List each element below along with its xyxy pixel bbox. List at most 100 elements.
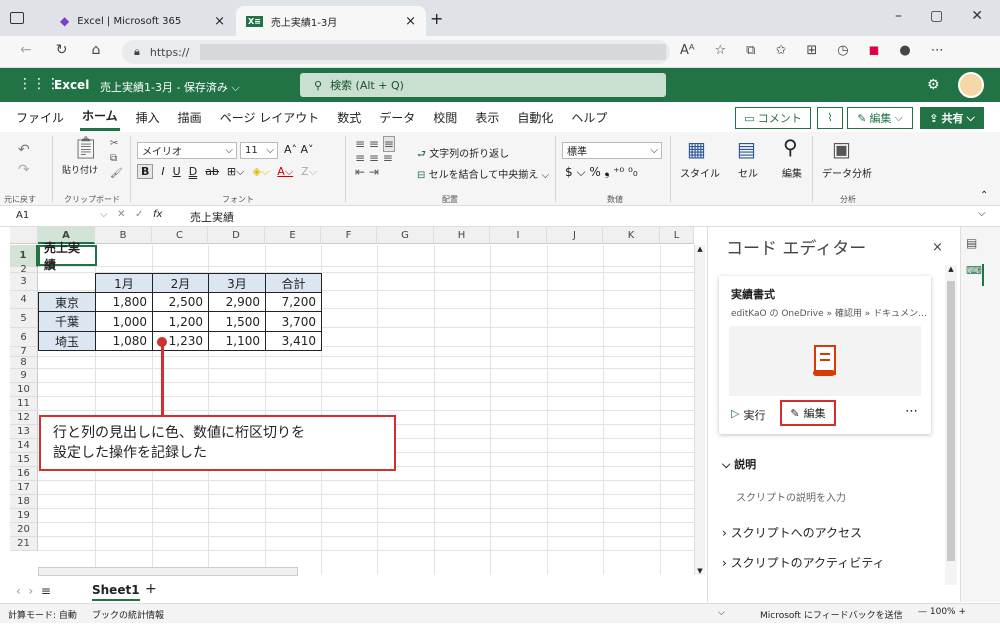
close-pane-icon[interactable]: ×: [932, 240, 943, 255]
tab-draw[interactable]: 描画: [176, 105, 204, 130]
tab-insert[interactable]: 挿入: [134, 105, 162, 130]
font-grow-shrink-icon[interactable]: A˄ A˅: [284, 143, 314, 156]
tab-review[interactable]: 校閲: [431, 105, 459, 130]
row-header[interactable]: 3: [10, 273, 38, 291]
table-header-cell[interactable]: 3月: [208, 273, 266, 293]
favorite-add-icon[interactable]: ☆: [715, 43, 727, 58]
office-icon[interactable]: ◼: [869, 43, 880, 58]
status-chevron[interactable]: ⌵: [718, 608, 725, 618]
table-cell[interactable]: 1,080: [95, 331, 153, 351]
table-header-cell[interactable]: 2月: [152, 273, 209, 293]
home-icon[interactable]: ⌂: [91, 42, 100, 58]
number-format-icons[interactable]: $ ⌵ % ❟ ⁺⁰ ⁰₀: [565, 165, 638, 180]
row-header[interactable]: 12: [10, 411, 38, 425]
row-header[interactable]: 13: [10, 425, 38, 439]
vertical-scrollbar[interactable]: ▲ ▼: [694, 245, 705, 575]
row-header[interactable]: 4: [10, 291, 38, 309]
editing-button[interactable]: 編集: [782, 165, 802, 180]
tab-automate[interactable]: 自動化: [515, 105, 555, 130]
table-header-cell[interactable]: 合計: [265, 273, 322, 293]
select-all[interactable]: [10, 227, 38, 244]
table-cell[interactable]: 3,410: [265, 331, 322, 351]
sheet-nav-icons[interactable]: ‹ › ≡: [16, 584, 51, 598]
fill-color-icon[interactable]: ◈⌵: [252, 165, 269, 179]
font-color-icon[interactable]: A⌵: [277, 165, 293, 179]
avatar[interactable]: [958, 72, 984, 98]
table-cell[interactable]: 1,500: [208, 311, 266, 332]
browser-tab-excel[interactable]: ◆ Excel | Microsoft 365 ×: [50, 6, 235, 36]
new-tab-button[interactable]: +: [430, 9, 443, 28]
collapse-ribbon-icon[interactable]: ⌃: [980, 190, 988, 201]
row-header[interactable]: 14: [10, 439, 38, 453]
cell-a1-title[interactable]: 売上実績: [38, 241, 97, 272]
description-input[interactable]: スクリプトの説明を入力: [736, 489, 846, 504]
pane-scrollbar[interactable]: ▲: [945, 265, 957, 585]
table-cell[interactable]: 1,800: [95, 292, 153, 312]
maximize-icon[interactable]: ▢: [930, 8, 943, 24]
redo-icon[interactable]: ↷: [18, 162, 30, 178]
merge-center-button[interactable]: ⊟ セルを結合して中央揃え ⌵: [417, 166, 549, 181]
share-button[interactable]: ⇪ 共有 ⌵: [920, 107, 984, 129]
comments-button[interactable]: ▭ コメント: [735, 107, 811, 129]
catchup-button[interactable]: ⌇: [817, 107, 843, 129]
table-cell[interactable]: 3,700: [265, 311, 322, 332]
column-header[interactable]: F: [321, 227, 377, 244]
script-card[interactable]: 実績書式 editKaO の OneDrive » 確認用 » ドキュメン… ▷…: [719, 276, 931, 434]
row-header[interactable]: 8: [10, 357, 38, 369]
settings-icon[interactable]: ⚙: [927, 77, 940, 93]
alignment-icons[interactable]: ≡ ≡ ≡ ≡ ≡ ≡ ⇤ ⇥: [355, 136, 395, 179]
add-sheet-button[interactable]: +: [145, 581, 157, 597]
undo-icon[interactable]: ↶: [18, 142, 30, 158]
table-cell[interactable]: 7,200: [265, 292, 322, 312]
table-row-label[interactable]: 東京: [38, 292, 96, 312]
description-header[interactable]: ⌵ 説明: [722, 456, 756, 472]
column-header[interactable]: K: [603, 227, 660, 244]
row-header[interactable]: 19: [10, 509, 38, 523]
activity-section[interactable]: › スクリプトのアクティビティ: [722, 554, 885, 571]
table-row-label[interactable]: 埼玉: [38, 331, 96, 351]
browser-tab-active[interactable]: X≡ 売上実績1-3月 ×: [236, 6, 426, 36]
history-icon[interactable]: ◷: [837, 43, 848, 58]
minimize-icon[interactable]: –: [895, 8, 902, 24]
column-header[interactable]: I: [490, 227, 547, 244]
column-header[interactable]: G: [377, 227, 434, 244]
table-cell[interactable]: 2,900: [208, 292, 266, 312]
row-header[interactable]: 17: [10, 481, 38, 495]
paste-label[interactable]: 貼り付け: [62, 163, 98, 176]
zoom-control[interactable]: — 100% +: [918, 607, 966, 617]
borders-icon[interactable]: ⊞⌵: [227, 165, 245, 179]
table-row-label[interactable]: 千葉: [38, 311, 96, 332]
bold-icon[interactable]: B: [137, 164, 154, 179]
row-header[interactable]: 15: [10, 453, 38, 467]
more-icon[interactable]: ⋯: [931, 43, 944, 58]
row-header[interactable]: 16: [10, 467, 38, 481]
collections-icon[interactable]: ⊞: [806, 43, 817, 58]
tab-view[interactable]: 表示: [473, 105, 501, 130]
tab-page-layout[interactable]: ページ レイアウト: [218, 105, 322, 130]
table-cell[interactable]: 1,100: [208, 331, 266, 351]
column-header[interactable]: H: [434, 227, 490, 244]
number-format-select[interactable]: 標準 ⌵: [562, 142, 662, 159]
row-header[interactable]: 5: [10, 309, 38, 328]
find-icon[interactable]: ⚲: [783, 135, 798, 159]
favorites-icon[interactable]: ✩: [775, 43, 786, 58]
rail-code-icon[interactable]: ⌨: [962, 264, 984, 286]
tab-actions-icon[interactable]: [10, 12, 24, 24]
styles-icon[interactable]: ▦: [687, 137, 706, 161]
table-cell[interactable]: 1,000: [95, 311, 153, 332]
back-icon[interactable]: ←: [20, 42, 32, 58]
close-tab-icon[interactable]: ×: [405, 14, 416, 29]
cells-icon[interactable]: ▤: [737, 137, 756, 161]
column-header[interactable]: J: [547, 227, 603, 244]
sheet-tab-sheet1[interactable]: Sheet1: [92, 581, 140, 601]
file-name[interactable]: 売上実績1-3月 - 保存済み ⌵: [100, 79, 240, 95]
column-header[interactable]: E: [265, 227, 321, 244]
horizontal-scrollbar[interactable]: [38, 567, 298, 576]
workbook-stats[interactable]: ブックの統計情報: [92, 608, 164, 621]
styles-button[interactable]: スタイル: [680, 165, 720, 180]
access-section[interactable]: › スクリプトへのアクセス: [722, 524, 862, 541]
more-options-icon[interactable]: ⋯: [905, 404, 918, 419]
rail-panel-icon[interactable]: ▤: [966, 236, 977, 250]
close-tab-icon[interactable]: ×: [214, 14, 225, 29]
feedback-link[interactable]: Microsoft にフィードバックを送信: [760, 608, 903, 621]
